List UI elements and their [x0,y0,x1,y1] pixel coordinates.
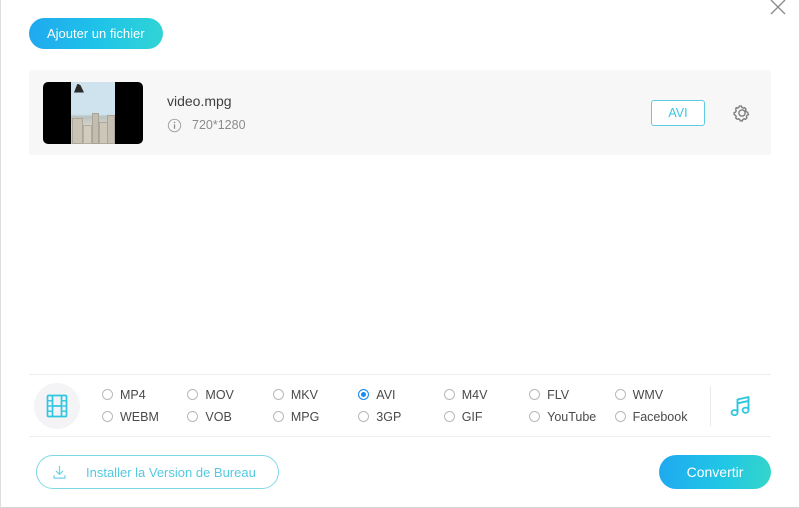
radio-icon[interactable] [443,389,455,400]
format-option-label: MPG [290,409,320,424]
format-option-label: VOB [205,409,232,424]
format-option-label: GIF [461,409,483,424]
radio-icon[interactable] [529,411,541,422]
format-option-mkv[interactable]: MKV [272,387,358,402]
gear-icon[interactable] [731,102,753,124]
format-option-label: MP4 [120,387,146,402]
file-resolution-row: 720*1280 [167,118,651,133]
radio-icon[interactable] [102,389,113,400]
radio-icon[interactable] [358,389,370,400]
format-option-mpg[interactable]: MPG [272,409,358,424]
format-option-youtube[interactable]: YouTube [529,410,614,424]
close-button[interactable] [763,0,793,22]
music-note-icon [730,395,750,416]
radio-icon[interactable] [614,411,626,422]
radio-icon[interactable] [358,411,370,422]
format-option-avi[interactable]: AVI [358,388,443,402]
format-selector-panel: MP4 MOV MKV AVI M4V FLV WMV WEBM VOB MPG 3GP GIF You… [29,374,771,437]
radio-icon[interactable] [272,411,284,422]
film-strip-icon [46,394,68,417]
format-options-grid: MP4 MOV MKV AVI M4V FLV WMV WEBM VOB MPG 3GP GIF You… [80,388,710,424]
bottom-bar: Installer la Version de Bureau Convertir [1,437,799,507]
radio-icon[interactable] [614,389,626,400]
format-option-webm[interactable]: WEBM [102,410,187,424]
file-resolution: 720*1280 [192,118,246,132]
format-option-3gp[interactable]: 3GP [358,410,443,424]
install-button-label: Installer la Version de Bureau [86,464,256,480]
audio-category-button[interactable] [711,391,771,421]
radio-icon[interactable] [272,389,284,400]
converter-window: Ajouter un fichier video.mpg 720*1280 AV… [0,0,800,508]
add-file-button[interactable]: Ajouter un fichier [29,18,163,49]
target-format-badge[interactable]: AVI [651,99,705,126]
format-option-facebook[interactable]: Facebook [614,409,700,424]
video-category-button[interactable] [34,382,80,429]
format-option-label: MKV [290,387,318,402]
format-option-mp4[interactable]: MP4 [102,388,187,402]
format-option-label: FLV [547,387,570,402]
radio-icon[interactable] [443,411,455,422]
format-option-label: Facebook [632,409,688,424]
format-option-label: WEBM [120,409,159,424]
thumbnail-image [71,81,115,144]
info-icon[interactable] [167,118,182,133]
close-icon [770,0,786,15]
download-icon [53,465,66,479]
radio-icon[interactable] [187,389,199,400]
format-option-label: AVI [376,387,396,402]
format-option-label: 3GP [376,409,402,424]
radio-icon[interactable] [187,411,199,422]
convert-button[interactable]: Convertir [659,455,771,489]
format-option-mov[interactable]: MOV [187,388,272,402]
radio-icon[interactable] [529,389,541,400]
add-file-area: Ajouter un fichier [29,18,163,49]
format-option-vob[interactable]: VOB [187,410,272,424]
format-option-label: WMV [632,387,664,402]
file-details: video.mpg 720*1280 [143,93,651,133]
video-thumbnail [43,81,143,144]
format-option-label: YouTube [547,409,597,424]
file-list: video.mpg 720*1280 AVI [1,60,799,372]
install-desktop-version-button[interactable]: Installer la Version de Bureau [36,455,279,489]
format-option-label: MOV [205,387,234,402]
radio-icon[interactable] [102,411,113,422]
format-option-gif[interactable]: GIF [443,409,529,424]
file-name: video.mpg [167,92,232,109]
format-option-label: M4V [461,387,488,402]
format-option-m4v[interactable]: M4V [443,387,529,402]
format-option-wmv[interactable]: WMV [614,387,700,402]
format-option-flv[interactable]: FLV [529,388,614,402]
file-row[interactable]: video.mpg 720*1280 AVI [29,70,771,155]
